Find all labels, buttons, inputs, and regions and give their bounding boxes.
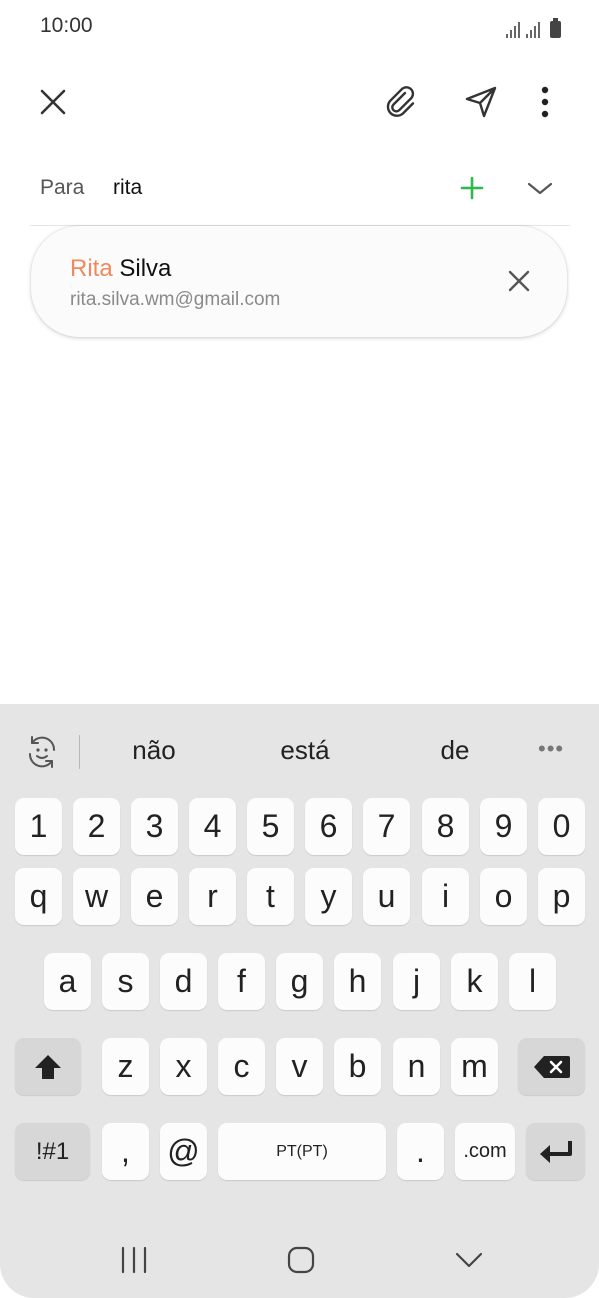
paperclip-icon — [386, 86, 415, 117]
key-f[interactable]: f — [218, 953, 265, 1010]
close-icon — [508, 270, 530, 292]
backspace-icon — [533, 1055, 570, 1078]
recents-icon — [121, 1246, 147, 1274]
key-i[interactable]: i — [422, 868, 469, 925]
key-r[interactable]: r — [189, 868, 236, 925]
home-icon — [287, 1246, 315, 1274]
more-options-button[interactable] — [517, 72, 573, 132]
add-recipient-button[interactable] — [452, 168, 492, 208]
compose-toolbar — [0, 72, 599, 132]
status-time: 10:00 — [40, 14, 93, 37]
key-g[interactable]: g — [276, 953, 323, 1010]
enter-key[interactable] — [526, 1123, 585, 1180]
chevron-down-icon — [455, 1252, 483, 1268]
space-key[interactable]: PT(PT) — [218, 1123, 386, 1180]
key-c[interactable]: c — [218, 1038, 265, 1095]
dismiss-suggestion-button[interactable] — [499, 261, 539, 301]
recents-button[interactable] — [104, 1230, 164, 1290]
emoji-toggle-button[interactable] — [22, 732, 62, 772]
contact-name-match: Rita — [70, 255, 113, 282]
enter-icon — [539, 1140, 572, 1163]
symbols-key[interactable]: !#1 — [15, 1123, 90, 1180]
key-t[interactable]: t — [247, 868, 294, 925]
key-8[interactable]: 8 — [422, 798, 469, 855]
key-h[interactable]: h — [334, 953, 381, 1010]
key-z[interactable]: z — [102, 1038, 149, 1095]
key-p[interactable]: p — [538, 868, 585, 925]
key-k[interactable]: k — [451, 953, 498, 1010]
key-m[interactable]: m — [451, 1038, 498, 1095]
period-key[interactable]: . — [397, 1123, 444, 1180]
home-button[interactable] — [271, 1230, 331, 1290]
key-6[interactable]: 6 — [305, 798, 352, 855]
key-9[interactable]: 9 — [480, 798, 527, 855]
keyboard-suggestion-bar: não está de ••• — [0, 704, 599, 794]
key-v[interactable]: v — [276, 1038, 323, 1095]
contact-name-rest: Silva — [112, 255, 172, 282]
key-w[interactable]: w — [73, 868, 120, 925]
key-0[interactable]: 0 — [538, 798, 585, 855]
key-4[interactable]: 4 — [189, 798, 236, 855]
key-5[interactable]: 5 — [247, 798, 294, 855]
dotcom-key[interactable]: .com — [455, 1123, 515, 1180]
system-nav-bar — [0, 1226, 599, 1298]
suggestion-word-2[interactable]: está — [255, 735, 355, 766]
attach-button[interactable] — [373, 72, 429, 132]
recipient-input[interactable]: rita — [113, 176, 142, 200]
recipient-row: Para rita — [30, 160, 570, 226]
key-e[interactable]: e — [131, 868, 178, 925]
suggestion-word-3[interactable]: de — [405, 735, 505, 766]
status-bar: 10:00 — [0, 0, 599, 56]
key-n[interactable]: n — [393, 1038, 440, 1095]
signal-icon-2 — [526, 22, 540, 38]
chevron-down-icon — [527, 182, 553, 195]
close-icon — [40, 89, 66, 115]
at-key[interactable]: @ — [160, 1123, 207, 1180]
key-j[interactable]: j — [393, 953, 440, 1010]
back-button[interactable] — [439, 1230, 499, 1290]
close-button[interactable] — [25, 72, 81, 132]
keyboard: não está de ••• 1 2 3 4 5 6 7 8 9 0 q w … — [0, 704, 599, 1298]
key-a[interactable]: a — [44, 953, 91, 1010]
key-q[interactable]: q — [15, 868, 62, 925]
suggestion-divider — [79, 735, 80, 769]
signal-icon — [506, 22, 520, 38]
more-vertical-icon — [541, 86, 549, 118]
plus-icon — [460, 176, 484, 200]
send-icon — [465, 86, 497, 118]
key-y[interactable]: y — [305, 868, 352, 925]
to-label: Para — [40, 176, 85, 199]
key-x[interactable]: x — [160, 1038, 207, 1095]
key-s[interactable]: s — [102, 953, 149, 1010]
expand-recipients-button[interactable] — [520, 168, 560, 208]
more-suggestions-button[interactable]: ••• — [538, 736, 564, 762]
send-button[interactable] — [453, 72, 509, 132]
key-2[interactable]: 2 — [73, 798, 120, 855]
backspace-key[interactable] — [518, 1038, 585, 1095]
suggestion-word-1[interactable]: não — [104, 735, 204, 766]
contact-suggestion[interactable]: Rita Silva rita.silva.wm@gmail.com — [31, 226, 567, 337]
emoji-refresh-icon — [28, 736, 56, 768]
key-7[interactable]: 7 — [363, 798, 410, 855]
status-icons — [506, 16, 561, 38]
key-l[interactable]: l — [509, 953, 556, 1010]
key-b[interactable]: b — [334, 1038, 381, 1095]
key-o[interactable]: o — [480, 868, 527, 925]
shift-icon — [35, 1054, 61, 1079]
shift-key[interactable] — [15, 1038, 81, 1095]
battery-icon — [550, 18, 561, 38]
comma-key[interactable]: , — [102, 1123, 149, 1180]
key-1[interactable]: 1 — [15, 798, 62, 855]
key-d[interactable]: d — [160, 953, 207, 1010]
key-3[interactable]: 3 — [131, 798, 178, 855]
contact-name: Rita Silva — [70, 255, 171, 283]
key-u[interactable]: u — [363, 868, 410, 925]
contact-email: rita.silva.wm@gmail.com — [70, 289, 281, 310]
